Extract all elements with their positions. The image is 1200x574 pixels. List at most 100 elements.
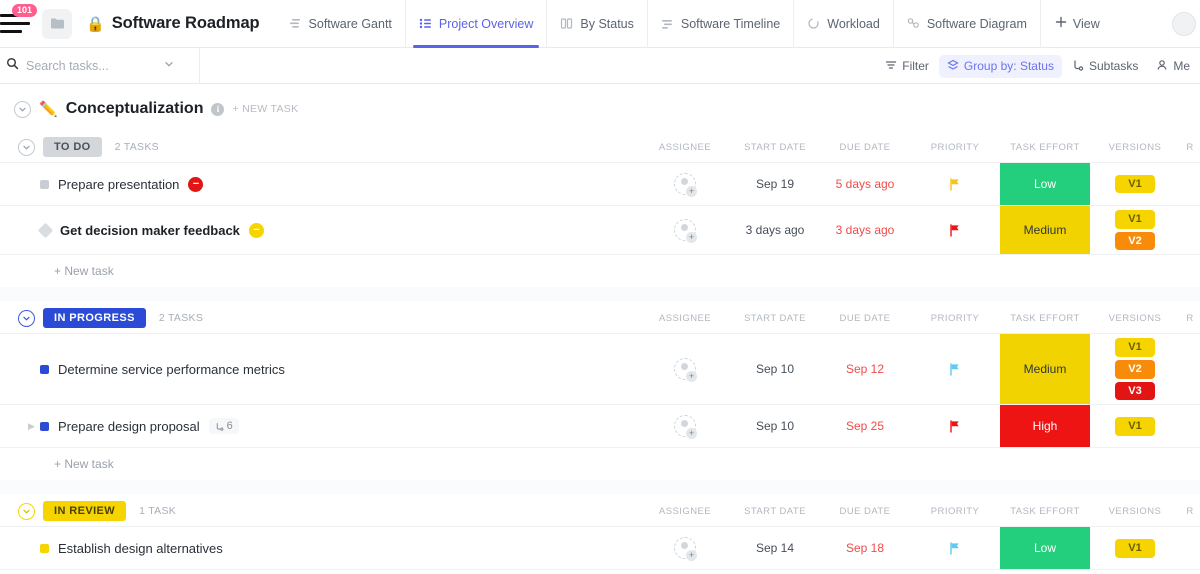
task-title[interactable]: Prepare presentation [58,177,179,192]
notification-badge[interactable]: 101 [12,3,38,17]
task-name-cell[interactable]: Establish design alternatives [0,527,640,569]
versions-cell[interactable]: V1 [1090,527,1180,569]
tab-software-timeline[interactable]: Software Timeline [646,0,793,48]
section-collapse-icon[interactable] [14,100,31,118]
column-header-task-effort[interactable]: TASK EFFORT [1000,313,1090,324]
space-title[interactable]: 🔒 Software Roadmap [86,14,260,33]
column-header-start-date[interactable]: START DATE [730,506,820,517]
table-row[interactable]: Establish design alternatives Sep 14 Sep… [0,527,1200,571]
versions-cell[interactable]: V1 [1090,163,1180,205]
folder-icon[interactable] [42,8,72,39]
column-header-priority[interactable]: PRIORITY [910,142,1000,153]
version-tag[interactable]: V2 [1115,359,1155,379]
due-date-cell[interactable]: 3 days ago [820,206,910,254]
version-tag[interactable]: V2 [1115,231,1155,251]
start-date-cell[interactable]: Sep 10 [730,405,820,447]
column-header-start-date[interactable]: START DATE [730,142,820,153]
user-avatar[interactable] [1172,12,1196,36]
menu-toggle-button[interactable]: 101 [0,0,38,48]
assignee-cell[interactable] [640,334,730,404]
blocked-icon[interactable]: − [188,176,204,192]
column-header-due-date[interactable]: DUE DATE [820,313,910,324]
column-header-due-date[interactable]: DUE DATE [820,142,910,153]
column-header-task-effort[interactable]: TASK EFFORT [1000,506,1090,517]
assignee-cell[interactable] [640,527,730,569]
start-date-cell[interactable]: Sep 14 [730,527,820,569]
version-tag[interactable]: V1 [1115,210,1155,229]
tab-workload[interactable]: Workload [793,0,893,48]
avatar[interactable] [674,537,697,562]
due-date-cell[interactable]: 5 days ago [820,163,910,205]
priority-cell[interactable] [910,163,1000,205]
task-type-icon[interactable] [40,179,49,189]
column-header-r[interactable]: R [1180,313,1200,324]
column-header-versions[interactable]: VERSIONS [1090,506,1180,517]
status-badge[interactable]: IN REVIEW [43,501,127,522]
task-title[interactable]: Determine service performance metrics [58,362,285,377]
task-effort-cell[interactable]: High [1000,405,1090,448]
priority-cell[interactable] [910,405,1000,447]
task-type-icon[interactable] [37,222,54,238]
group-by-button[interactable]: Group by: Status [938,54,1062,78]
column-header-r[interactable]: R [1180,142,1200,153]
task-name-cell[interactable]: Prepare presentation − [0,163,640,205]
version-tag[interactable]: V1 [1115,338,1155,357]
table-row[interactable]: ▶ Prepare design proposal 6 Sep 10 Sep 2… [0,405,1200,449]
due-date-cell[interactable]: Sep 18 [820,527,910,569]
me-button[interactable]: Me [1148,55,1198,78]
column-header-priority[interactable]: PRIORITY [910,313,1000,324]
tab-software-gantt[interactable]: Software Gantt [276,0,405,48]
info-icon[interactable]: i [211,102,225,116]
avatar[interactable] [674,219,697,244]
version-tag[interactable]: V1 [1115,416,1155,436]
start-date-cell[interactable]: 3 days ago [730,206,820,254]
task-type-icon[interactable] [40,364,49,374]
task-title[interactable]: Prepare design proposal [58,419,200,434]
task-name-cell[interactable]: ▶ Prepare design proposal 6 [0,405,640,447]
due-date-cell[interactable]: Sep 25 [820,405,910,447]
column-header-versions[interactable]: VERSIONS [1090,142,1180,153]
version-tag[interactable]: V1 [1115,538,1155,558]
version-tag[interactable]: V1 [1115,174,1155,194]
priority-cell[interactable] [910,206,1000,254]
task-effort-cell[interactable]: Medium [1000,206,1090,255]
table-row[interactable]: Prepare presentation − Sep 19 5 days ago… [0,163,1200,206]
avatar[interactable] [674,415,697,440]
filter-button[interactable]: Filter [877,55,937,78]
column-header-assignee[interactable]: ASSIGNEE [640,142,730,153]
table-row[interactable]: Get decision maker feedback − 3 days ago… [0,206,1200,256]
add-task-button[interactable]: + New task [0,448,1200,480]
version-tag[interactable]: V3 [1115,381,1155,401]
start-date-cell[interactable]: Sep 10 [730,334,820,404]
column-header-priority[interactable]: PRIORITY [910,506,1000,517]
priority-cell[interactable] [910,334,1000,404]
start-date-cell[interactable]: Sep 19 [730,163,820,205]
column-header-start-date[interactable]: START DATE [730,313,820,324]
tab-by-status[interactable]: By Status [546,0,647,48]
status-badge[interactable]: TO DO [43,136,102,158]
task-type-icon[interactable] [40,543,49,553]
column-header-r[interactable]: R [1180,506,1200,517]
group-collapse-icon[interactable] [18,138,35,156]
task-name-cell[interactable]: Get decision maker feedback − [0,206,640,254]
task-effort-cell[interactable]: Low [1000,527,1090,570]
status-badge[interactable]: IN PROGRESS [43,308,146,329]
add-task-button[interactable]: + New task [0,255,1200,287]
versions-cell[interactable]: V1 V2 V3 [1090,334,1180,404]
table-row[interactable]: Determine service performance metrics Se… [0,334,1200,406]
subtask-count-badge[interactable]: 6 [208,418,239,435]
task-type-icon[interactable] [40,421,49,431]
search-input[interactable] [26,58,156,73]
task-name-cell[interactable]: Determine service performance metrics [0,334,640,404]
assignee-cell[interactable] [640,206,730,254]
group-collapse-icon[interactable] [18,309,35,327]
avatar[interactable] [674,173,697,197]
add-view-button[interactable]: View [1039,0,1114,48]
due-date-cell[interactable]: Sep 12 [820,334,910,404]
subtasks-button[interactable]: Subtasks [1064,55,1146,78]
chevron-down-icon[interactable] [163,57,175,75]
pending-icon[interactable]: − [248,222,264,238]
priority-cell[interactable] [910,527,1000,569]
assignee-cell[interactable] [640,163,730,205]
expand-subtasks-icon[interactable]: ▶ [28,421,35,432]
